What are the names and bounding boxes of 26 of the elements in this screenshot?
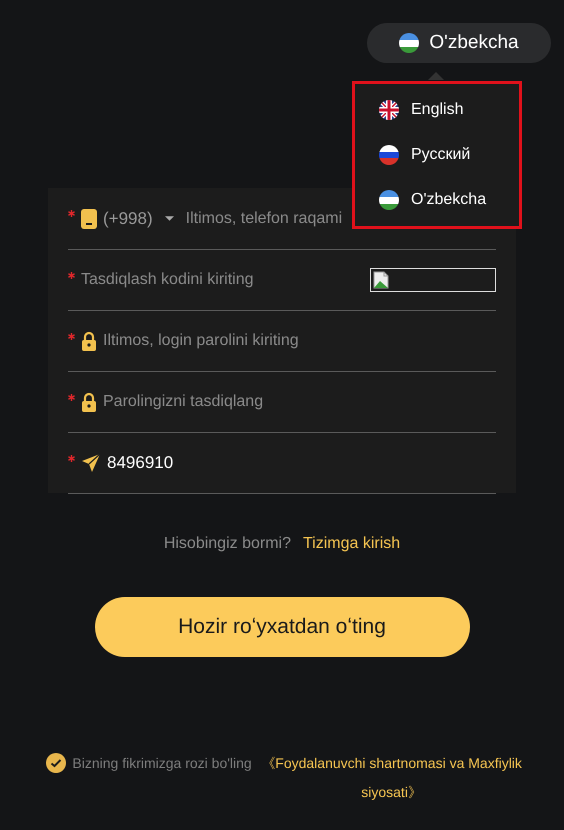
terms-link[interactable]: 《Foydalanuvchi shartnomasi va Maxfiylik siyosati》 bbox=[256, 749, 528, 807]
phone-icon bbox=[81, 208, 97, 228]
invite-code-field[interactable]: 8496910 bbox=[107, 453, 496, 473]
code-field[interactable]: Tasdiqlash kodini kiriting bbox=[81, 271, 364, 289]
language-option[interactable]: Русский bbox=[355, 138, 519, 172]
send-icon bbox=[81, 453, 101, 473]
checkbox[interactable] bbox=[46, 753, 66, 773]
flag-icon bbox=[379, 190, 399, 210]
password-field[interactable]: Parolingizni tasdiqlang bbox=[103, 393, 496, 411]
flag-icon bbox=[379, 144, 399, 165]
menu-pointer bbox=[428, 72, 444, 80]
lock-icon bbox=[81, 331, 97, 351]
register-button[interactable]: Hozir roʻyxatdan oʻting bbox=[94, 597, 470, 657]
login-link[interactable]: Tizimga kirish bbox=[302, 535, 400, 553]
captcha-image[interactable] bbox=[370, 268, 496, 292]
password-field[interactable]: Iltimos, login parolini kiriting bbox=[103, 332, 496, 350]
broken-image-icon bbox=[373, 271, 389, 289]
caret-icon[interactable] bbox=[164, 216, 174, 222]
lock-icon bbox=[81, 392, 97, 412]
country-code[interactable]: (+998) bbox=[103, 208, 153, 228]
flag-icon bbox=[399, 33, 420, 53]
agreement-text: Bizning fikrimizga rozi bo'ling 《Foydalanuvchi shartnomasi va Maxfiylik siyosati》 bbox=[72, 749, 528, 807]
language-button[interactable]: O'zbekcha bbox=[367, 23, 551, 63]
login-question: Hisobingiz bormi? bbox=[164, 535, 291, 553]
language-option[interactable]: English bbox=[355, 93, 519, 128]
flag-icon bbox=[379, 100, 399, 120]
